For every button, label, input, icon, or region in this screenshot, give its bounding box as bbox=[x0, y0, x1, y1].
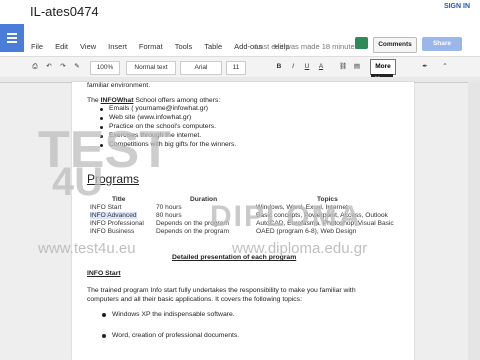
watermark-text: 4U bbox=[52, 160, 104, 204]
watermark-url: www.test4u.eu bbox=[38, 240, 136, 257]
more-button[interactable]: More bbox=[370, 59, 396, 75]
link-icon[interactable]: ⛓ bbox=[338, 61, 348, 73]
toolbar: ⎙ ↶ ↷ ✎ 100% Normal text Arial 11 B I U … bbox=[0, 56, 480, 78]
font-select[interactable]: Arial bbox=[180, 61, 222, 75]
menu-tools[interactable]: Tools bbox=[175, 42, 193, 51]
italic-button[interactable]: I bbox=[288, 61, 298, 73]
intro-text: The bbox=[87, 97, 101, 104]
undo-icon[interactable]: ↶ bbox=[44, 61, 54, 73]
menu-table[interactable]: Table bbox=[204, 42, 222, 51]
style-select[interactable]: Normal text bbox=[126, 61, 176, 75]
watermark-url: www.diploma.edu.gr bbox=[232, 240, 368, 257]
comment-icon[interactable]: ▤ bbox=[352, 61, 362, 73]
drive-icon[interactable] bbox=[355, 37, 368, 49]
menu-insert[interactable]: Insert bbox=[108, 42, 127, 51]
menu-view[interactable]: View bbox=[80, 42, 96, 51]
bullet bbox=[102, 313, 106, 317]
table-cell: INFO Professional bbox=[90, 220, 144, 227]
redo-icon[interactable]: ↷ bbox=[58, 61, 68, 73]
table-cell: 80 hours bbox=[156, 212, 182, 219]
document-title[interactable]: IL-ates0474 bbox=[30, 4, 99, 19]
underline-button[interactable]: U bbox=[302, 61, 312, 73]
font-size-select[interactable]: 11 bbox=[226, 61, 246, 75]
list-item: Word, creation of professional documents… bbox=[112, 332, 240, 339]
info-start-heading: INFO Start bbox=[87, 270, 121, 277]
body-text: familiar environment. bbox=[87, 82, 151, 89]
menu-file[interactable]: File bbox=[31, 42, 43, 51]
text-color-button[interactable]: A bbox=[316, 61, 326, 73]
bold-button[interactable]: B bbox=[274, 61, 284, 73]
docs-header: IL-ates0474 SIGN IN File Edit View Inser… bbox=[0, 0, 480, 56]
menu-format[interactable]: Format bbox=[139, 42, 163, 51]
intro-text: School offers among others: bbox=[133, 97, 221, 104]
pen-icon[interactable]: ✒ bbox=[420, 61, 430, 73]
chevron-up-icon[interactable]: ⌃ bbox=[440, 61, 450, 73]
list-item: Windows XP the indispensable software. bbox=[112, 311, 235, 318]
table-cell-selected: INFO Advanced bbox=[90, 212, 137, 219]
menu-edit[interactable]: Edit bbox=[55, 42, 68, 51]
comments-button[interactable]: Comments bbox=[373, 37, 417, 53]
zoom-select[interactable]: 100% bbox=[90, 61, 120, 75]
list-item: Emails ( yourname@infowhat.gr) bbox=[109, 105, 209, 112]
docs-app-icon[interactable] bbox=[0, 24, 24, 52]
bullet bbox=[100, 108, 103, 111]
share-button[interactable]: Share bbox=[422, 37, 462, 51]
print-icon[interactable]: ⎙ bbox=[30, 61, 40, 73]
last-edit-status[interactable]: Last edit was made 18 minutes a bbox=[255, 42, 365, 51]
table-cell: INFO Business bbox=[90, 228, 135, 235]
body-paragraph: The trained program Info start fully und… bbox=[87, 287, 356, 303]
sign-in-link[interactable]: SIGN IN bbox=[444, 3, 470, 10]
watermark-brand: DIPLOMA bbox=[210, 200, 363, 233]
table-header-title: Title bbox=[112, 196, 126, 203]
paint-format-icon[interactable]: ✎ bbox=[72, 61, 82, 73]
table-cell: INFO Start bbox=[90, 204, 122, 211]
brand-name: INFOWhat bbox=[100, 97, 134, 104]
bullet bbox=[102, 334, 106, 338]
vertical-scrollbar[interactable] bbox=[468, 82, 480, 360]
table-cell: 70 hours bbox=[156, 204, 182, 211]
